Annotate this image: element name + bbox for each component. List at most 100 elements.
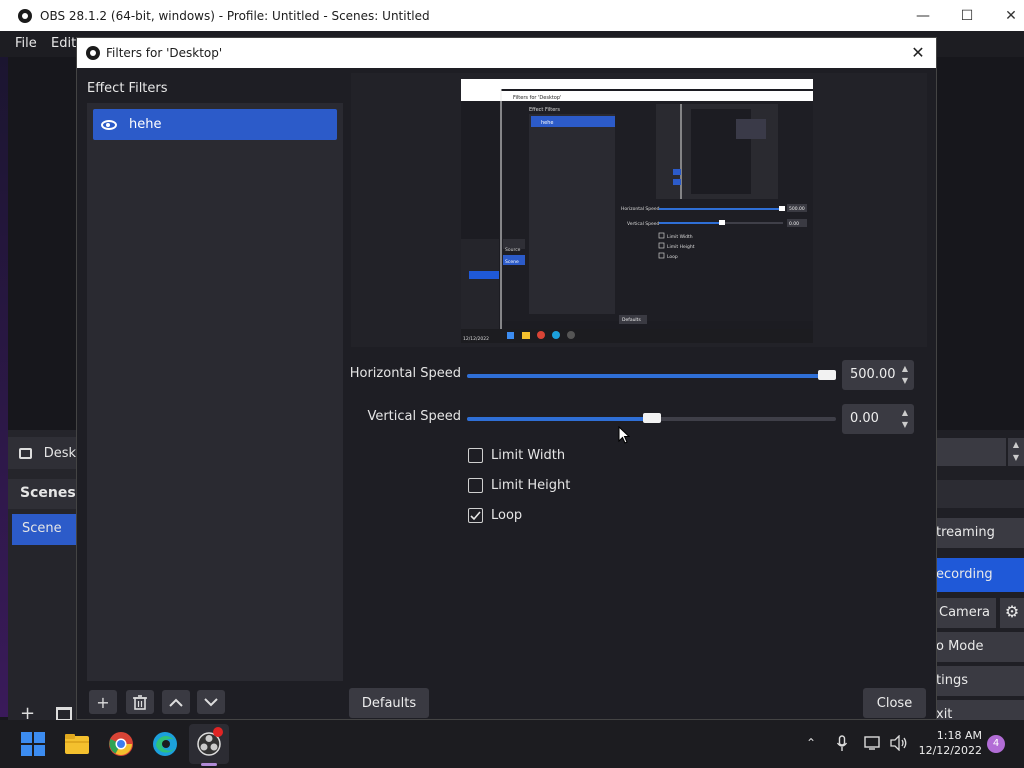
horizontal-speed-slider[interactable] [467,370,836,380]
filter-preview: Filters for 'Desktop' Effect Filters heh… [461,79,813,343]
horizontal-speed-spinbox[interactable]: 500.00 ▲ ▼ [842,360,914,390]
microphone-icon[interactable] [836,735,848,753]
vertical-speed-spinbox[interactable]: 0.00 ▲ ▼ [842,404,914,434]
source-item-label: Desk [43,445,76,461]
slider-fill [467,374,829,378]
scenes-header: Scenes [8,479,76,509]
transition-combo[interactable] [936,438,1006,466]
thumb-horizontal-speed: Horizontal Speed [621,206,660,212]
thumb-vertical-speed: Vertical Speed [627,221,660,227]
add-filter-button[interactable]: + [89,690,117,714]
windows-start-icon[interactable] [20,731,46,757]
slider-handle[interactable] [643,413,661,423]
recording-badge-icon [213,727,223,737]
plus-icon: + [96,692,110,712]
limit-height-checkbox[interactable] [468,478,483,493]
obs-titlebar: OBS 28.1.2 (64-bit, windows) - Profile: … [0,0,1024,31]
exit-button[interactable]: xit [936,700,1024,720]
thumb-effect-filters: Effect Filters [529,107,560,113]
filter-item-label: hehe [129,117,162,132]
close-button[interactable]: Close [863,688,926,718]
checkmark-icon [470,511,481,521]
limit-width-label: Limit Width [491,448,566,463]
minimize-icon[interactable]: — [900,0,946,31]
remove-scene-icon[interactable] [56,707,72,721]
chevron-up-icon [169,698,183,707]
thumb-limit-height: Limit Height [667,244,695,250]
obs-logo-icon [86,46,100,60]
transition-spin[interactable]: ▲ ▼ [1008,438,1024,466]
notification-badge[interactable]: 4 [987,735,1005,753]
close-icon[interactable]: ✕ [988,0,1024,31]
maximize-icon[interactable]: ☐ [944,0,990,31]
volume-icon[interactable] [890,735,908,751]
thumb-v-value: 0.00 [789,221,799,227]
tray-date: 12/12/2022 [918,744,982,757]
loop-label: Loop [491,508,523,523]
limit-width-checkbox[interactable] [468,448,483,463]
spin-down-icon[interactable]: ▼ [902,376,908,385]
active-app-indicator [201,763,217,766]
loop-checkbox[interactable] [468,508,483,523]
start-streaming-button[interactable]: treaming [936,518,1024,548]
defaults-button[interactable]: Defaults [349,688,429,718]
spin-up-icon[interactable]: ▲ [902,364,908,373]
dialog-titlebar: Filters for 'Desktop' ✕ [77,38,936,68]
trash-icon [133,694,147,710]
horizontal-speed-label: Horizontal Speed [349,366,461,381]
menu-edit[interactable]: Edit [51,36,76,51]
effect-filters-label: Effect Filters [87,81,168,96]
tray-clock[interactable]: 1:18 AM 12/12/2022 [918,728,982,758]
thumb-loop: Loop [667,254,678,260]
filters-dialog: Filters for 'Desktop' ✕ Effect Filters h… [76,37,937,720]
vertical-speed-value: 0.00 [850,411,879,426]
limit-height-label: Limit Height [491,478,571,493]
chevron-down-icon [204,697,218,706]
obs-window-title: OBS 28.1.2 (64-bit, windows) - Profile: … [40,8,430,23]
file-explorer-icon[interactable] [64,731,90,757]
filter-preview-area: Filters for 'Desktop' Effect Filters heh… [351,73,927,347]
source-item-desktop[interactable]: Desk [8,437,76,469]
remove-filter-button[interactable] [126,690,154,714]
eye-icon[interactable] [101,119,117,130]
thumb-filter: hehe [541,120,554,126]
chevron-up-icon[interactable]: ⌃ [806,736,816,750]
obs-logo-icon [18,8,32,23]
gear-icon[interactable]: ⚙ [1000,598,1024,628]
obs-left-dock [8,430,76,720]
scene-item[interactable]: Scene [12,514,76,545]
filter-list: hehe [87,103,343,681]
preview-thumbnail: Filters for 'Desktop' Effect Filters heh… [461,79,813,343]
move-down-button[interactable] [197,690,225,714]
thumb-h-value: 500.00 [789,206,805,212]
slider-fill [467,417,652,421]
dialog-close-icon[interactable]: ✕ [908,43,928,63]
vertical-speed-label: Vertical Speed [367,409,461,424]
dialog-title: Filters for 'Desktop' [106,46,223,60]
virtual-camera-button[interactable]: Camera [936,598,996,628]
thumb-dialog-title: Filters for 'Desktop' [513,95,561,101]
chrome-icon[interactable] [108,731,134,757]
thumb-date: 12/12/2022 [463,336,489,342]
spin-up-icon[interactable]: ▲ [902,408,908,417]
monitor-icon [19,447,32,459]
network-icon[interactable] [864,735,882,751]
horizontal-speed-value: 500.00 [850,367,896,382]
menu-file[interactable]: File [15,36,37,51]
slider-handle[interactable] [818,370,836,380]
move-up-button[interactable] [162,690,190,714]
spin-down-icon[interactable]: ▼ [902,420,908,429]
tray-time: 1:18 AM [936,729,982,742]
settings-button[interactable]: tings [936,666,1024,696]
taskbar: ⌃ [0,720,1024,768]
vertical-speed-slider[interactable] [467,413,836,423]
thumb-limit-width: Limit Width [667,234,693,240]
edge-icon[interactable] [152,731,178,757]
controls-header [936,480,1024,508]
filter-item-hehe[interactable]: hehe [93,109,337,140]
thumb-defaults: Defaults [622,317,641,323]
studio-mode-button[interactable]: o Mode [936,632,1024,662]
obs-preview-edge [0,57,8,717]
start-recording-button[interactable]: ecording [936,558,1024,592]
thumb-scene: Scene [505,259,519,265]
